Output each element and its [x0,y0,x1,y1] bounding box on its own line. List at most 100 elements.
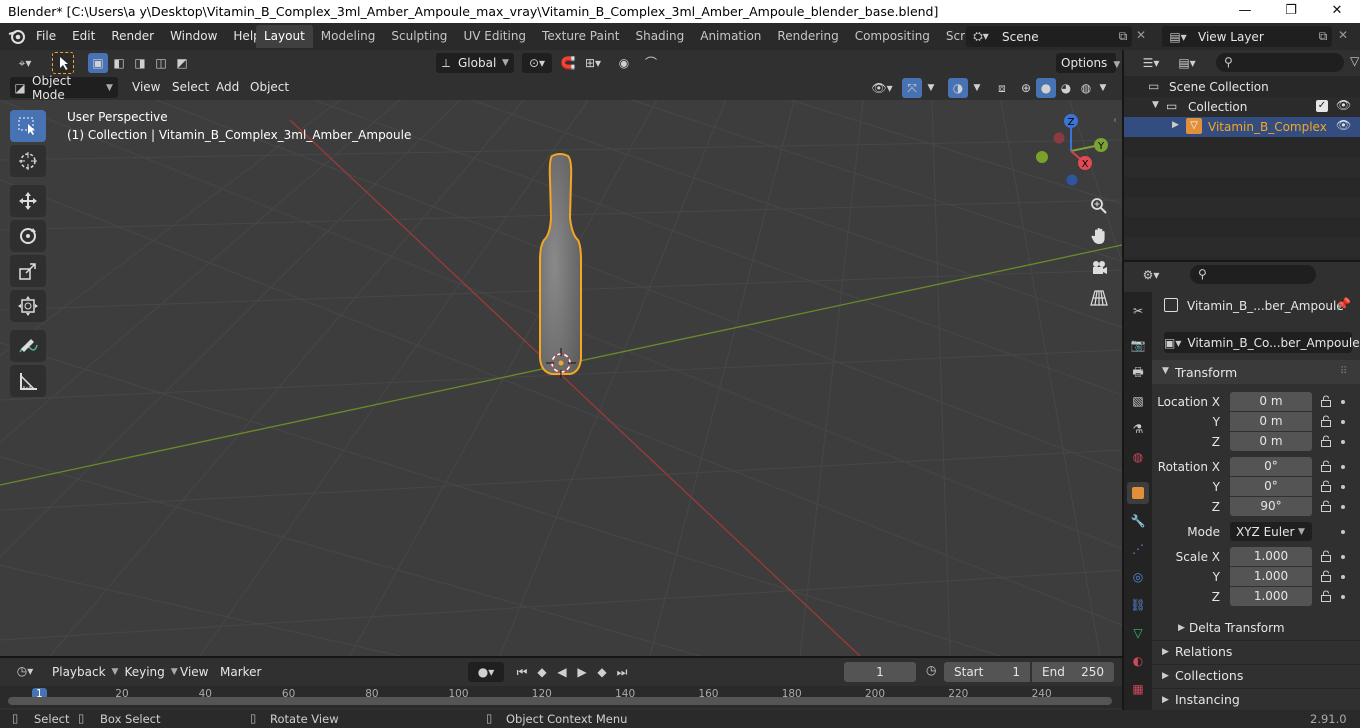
next-keyframe-icon[interactable]: ◆ [592,662,612,682]
mode-dropdown[interactable]: ◪ Object Mode ▼ [10,74,118,102]
relations-panel-header[interactable]: Relations [1175,644,1232,659]
overlays-dropdown-icon[interactable]: ▼ [970,78,984,98]
annotate-tool-icon[interactable] [10,330,46,362]
lock-icon[interactable] [1320,500,1334,514]
select-intersect-icon[interactable]: ◩ [172,53,192,73]
transform-orientation-dropdown[interactable]: ⟂ Global ▼ [436,53,514,73]
viewport-menu-view[interactable]: View [126,77,166,97]
outliner-row-object[interactable]: ▶ ▽ Vitamin_B_Complex 👁 [1124,117,1360,137]
scale-tool-icon[interactable] [10,255,46,287]
drag-handle-icon[interactable]: ⠿ [1340,366,1347,377]
eye-icon[interactable]: 👁 [1336,98,1351,112]
solid-shading-icon[interactable]: ● [1036,78,1056,98]
keyframe-dot[interactable] [1341,485,1345,489]
timeline-view-menu[interactable]: View [180,665,208,679]
shading-dropdown-icon[interactable]: ▼ [1096,78,1110,98]
xray-toggle-icon[interactable]: ⧈ [992,78,1012,98]
tab-sculpting[interactable]: Sculpting [383,25,455,48]
options-dropdown[interactable]: Options ▼ [1056,53,1120,73]
object-browse-icon[interactable]: ▣▾ [1164,336,1181,350]
proportional-falloff-icon[interactable]: ⌒ [636,53,666,73]
properties-search-input[interactable]: ⚲ [1190,265,1316,284]
datablock-name[interactable]: Vitamin_B_Co...ber_Ampoule [1181,336,1359,350]
location-y-field[interactable]: 0 m [1230,412,1312,431]
object-datablock-selector[interactable]: ▣▾ Vitamin_B_Co...ber_Ampoule [1164,332,1360,353]
texture-tab-icon[interactable]: ▦ [1127,678,1149,700]
jump-end-icon[interactable]: ⏭ [612,662,632,682]
scene-name[interactable]: Scene [996,30,1114,44]
expand-arrow-icon[interactable]: ▶ [1172,120,1179,130]
collections-expand-icon[interactable]: ▶ [1162,671,1169,681]
move-tool-icon[interactable] [10,185,46,217]
data-tab-icon[interactable]: ▽ [1127,622,1149,644]
editor-type-icon[interactable]: ⌖▾ [10,53,40,73]
pan-hand-icon[interactable] [1086,223,1112,249]
tab-uv-editing[interactable]: UV Editing [455,25,534,48]
lock-icon[interactable] [1320,570,1334,584]
view-layer-selector[interactable]: ▤▾ View Layer ⧉ [1162,26,1332,47]
copy-scene-icon[interactable]: ⧉ [1114,29,1132,44]
keyframe-dot[interactable] [1341,505,1345,509]
close-window-button[interactable]: ✕ [1314,0,1360,23]
select-box-tool-icon[interactable] [10,110,46,142]
tab-animation[interactable]: Animation [692,25,769,48]
overlays-toggle-icon[interactable]: ◑ [948,78,968,98]
rotation-x-field[interactable]: 0° [1230,457,1312,476]
snap-toggle-icon[interactable]: 🧲 [558,53,578,73]
perspective-toggle-icon[interactable] [1086,285,1112,311]
sidebar-toggle-icon[interactable]: ‹ [1113,115,1117,126]
scale-x-field[interactable]: 1.000 [1230,547,1312,566]
viewport-menu-object[interactable]: Object [244,77,295,97]
transform-tool-icon[interactable] [10,290,46,322]
keyframe-dot[interactable] [1341,555,1345,559]
collection-checkbox[interactable]: ✓ [1316,100,1328,112]
menu-edit[interactable]: Edit [64,23,103,50]
display-mode-icon[interactable]: ▤▾ [1172,53,1202,73]
tab-shading[interactable]: Shading [627,25,692,48]
keyframe-dot[interactable] [1341,420,1345,424]
collections-panel-header[interactable]: Collections [1175,668,1243,683]
timeline-ruler[interactable]: 1 20 40 60 80 100 120 140 160 180 200 220 240 [0,686,1122,708]
maximize-button[interactable]: ❐ [1268,0,1314,23]
transform-panel-header[interactable]: Transform [1175,365,1237,380]
start-frame-field[interactable]: Start 1 [944,662,1030,682]
remove-view-layer-icon[interactable]: ✕ [1338,28,1348,42]
tab-modeling[interactable]: Modeling [313,25,384,48]
relations-expand-icon[interactable]: ▶ [1162,647,1169,657]
menu-file[interactable]: File [28,23,64,50]
tab-texture-paint[interactable]: Texture Paint [534,25,627,48]
lock-icon[interactable] [1320,435,1334,449]
tab-compositing[interactable]: Compositing [847,25,938,48]
tab-rendering[interactable]: Rendering [769,25,846,48]
eye-icon[interactable]: 👁 [1336,118,1351,132]
properties-editor-type-icon[interactable]: ⚙▾ [1136,265,1166,285]
wireframe-shading-icon[interactable]: ⊕ [1016,78,1036,98]
proportional-edit-icon[interactable]: ◉ [614,53,634,73]
lock-icon[interactable] [1320,395,1334,409]
lock-icon[interactable] [1320,460,1334,474]
lock-icon[interactable] [1320,480,1334,494]
scale-y-field[interactable]: 1.000 [1230,567,1312,586]
pivot-point-icon[interactable]: ⊙▾ [522,53,552,73]
auto-keying-icon[interactable]: ●▾ [468,662,504,682]
marker-menu[interactable]: Marker [220,665,261,679]
minimize-button[interactable]: — [1222,0,1268,23]
current-frame-field[interactable]: 1 [844,662,916,682]
menu-render[interactable]: Render [103,23,162,50]
outliner-row-scene-collection[interactable]: ▭ Scene Collection [1124,77,1360,97]
object-name[interactable]: Vitamin_B_...ber_Ampoule [1187,299,1344,313]
location-z-field[interactable]: 0 m [1230,432,1312,451]
scale-z-field[interactable]: 1.000 [1230,587,1312,606]
keyframe-dot[interactable] [1341,400,1345,404]
rotation-y-field[interactable]: 0° [1230,477,1312,496]
delta-transform-expand-icon[interactable]: ▶ [1178,623,1185,633]
rendered-shading-icon[interactable]: ◍ [1076,78,1096,98]
outliner-editor-type-icon[interactable]: ☰▾ [1136,53,1166,73]
expand-arrow-icon[interactable]: ▼ [1152,100,1159,110]
timeline-scrollbar[interactable] [8,697,1112,705]
prev-keyframe-icon[interactable]: ◆ [532,662,552,682]
keyframe-dot[interactable] [1341,440,1345,444]
preview-range-icon[interactable]: ◷ [926,663,936,677]
play-reverse-icon[interactable]: ◀ [552,662,572,682]
snap-target-icon[interactable]: ⊞▾ [578,53,608,73]
